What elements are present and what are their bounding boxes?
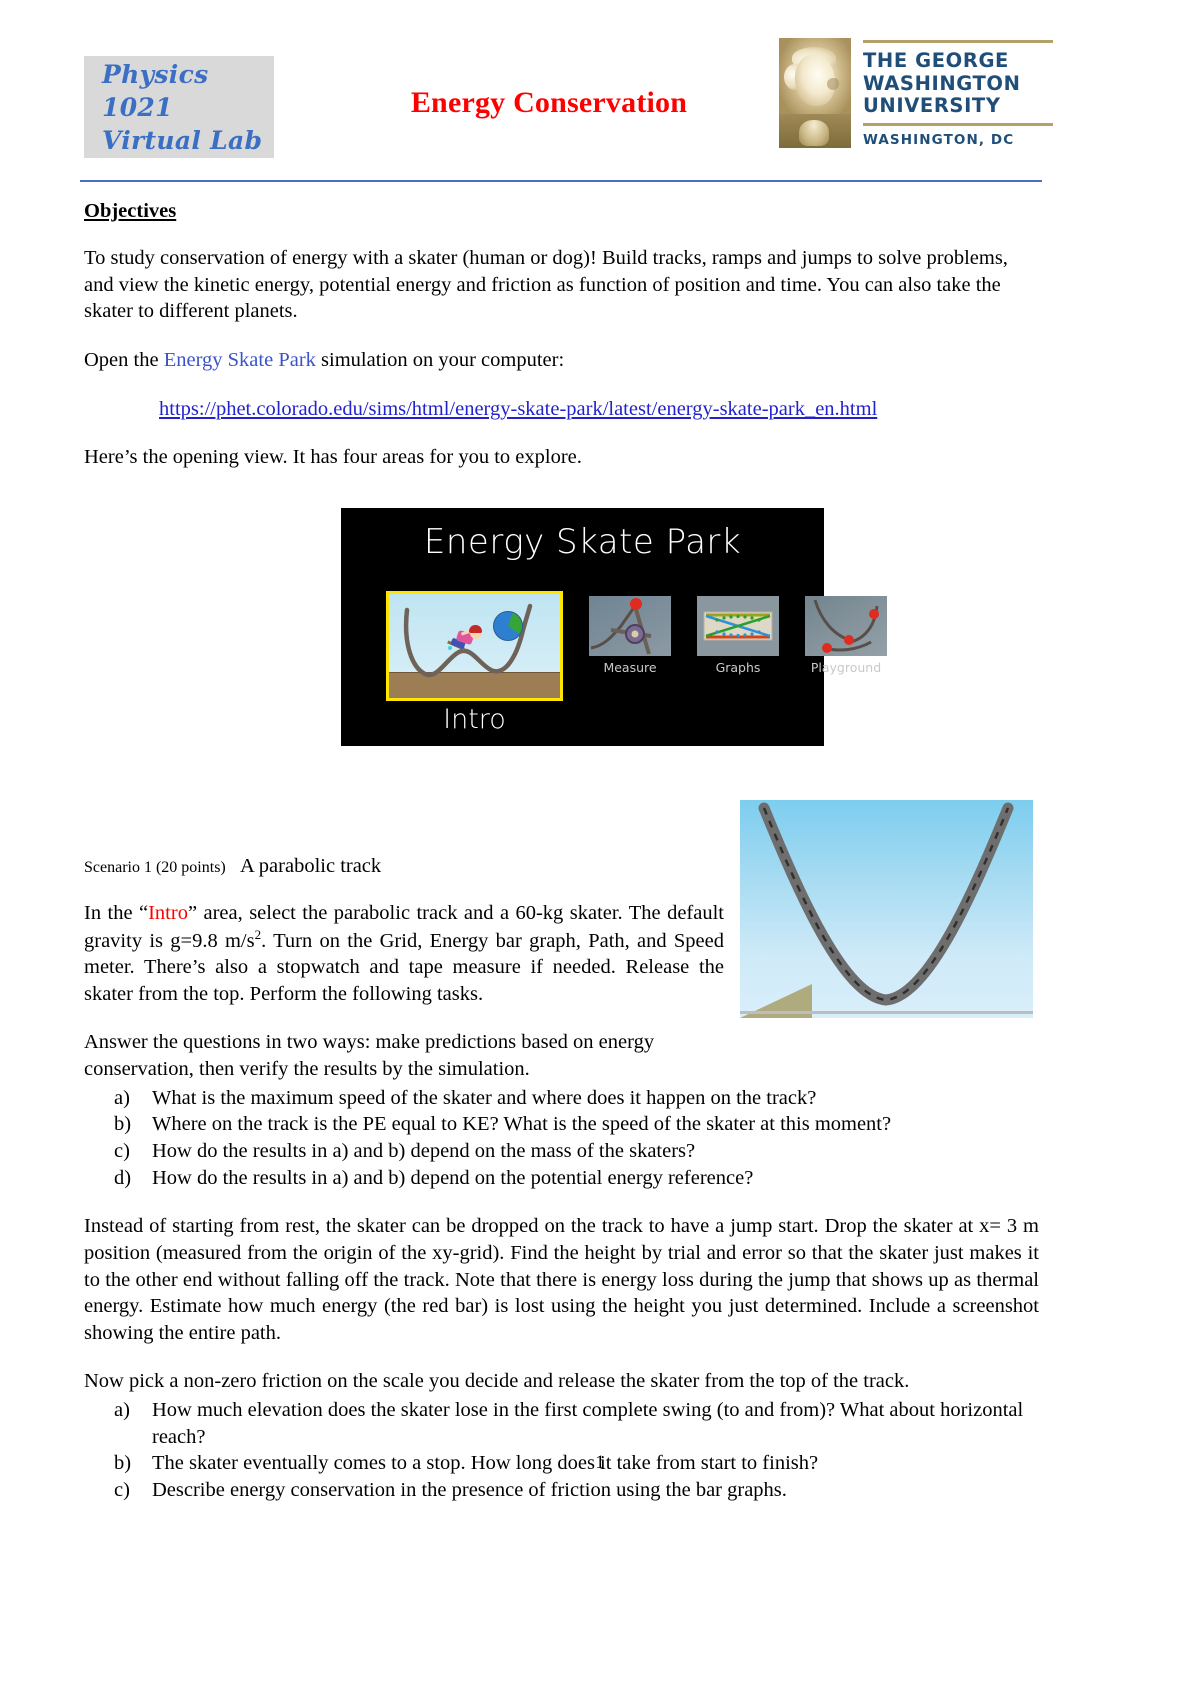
scenario-1-subtitle: A parabolic track <box>240 855 382 877</box>
sim-thumbnail-measure-label: Measure <box>603 660 657 675</box>
sim-thumbnail-graphs[interactable] <box>697 596 779 656</box>
list-marker: c) <box>114 1139 130 1162</box>
measure-thumb-icon <box>590 598 652 655</box>
opening-view-line: Here’s the opening view. It has four are… <box>84 446 582 469</box>
open-prefix: Open the <box>84 348 164 371</box>
list-marker: a) <box>114 1086 130 1109</box>
simulation-url-line: https://phet.colorado.edu/sims/html/ener… <box>159 396 1039 423</box>
list-text: Describe energy conservation in the pres… <box>152 1479 787 1501</box>
list-item: c) Describe energy conservation in the pr… <box>114 1477 1039 1504</box>
sim-thumbnail-intro-label: Intro <box>443 704 506 735</box>
gwu-rule-top <box>863 40 1053 43</box>
list-item: a) How much elevation does the skater los… <box>114 1397 1039 1450</box>
document-body: Objectives To study conservation of ener… <box>84 200 1039 471</box>
open-simulation-line: Open the Energy Skate Park simulation on… <box>84 347 1039 374</box>
objectives-paragraph: To study conservation of energy with a s… <box>84 247 1008 323</box>
list-marker: b) <box>114 1113 132 1136</box>
list-marker: d) <box>114 1166 132 1189</box>
sim-thumbnail-graphs-label: Graphs <box>715 660 761 675</box>
energy-skate-park-link[interactable]: Energy Skate Park <box>164 349 316 371</box>
objectives-heading: Objectives <box>84 200 177 222</box>
scenario-1-setup-paragraph: In the “Intro” area, select the paraboli… <box>84 900 724 1007</box>
simulation-url-link[interactable]: https://phet.colorado.edu/sims/html/ener… <box>159 398 877 420</box>
list-item: c) How do the results in a) and b) depend… <box>114 1138 1039 1165</box>
list-marker: c) <box>114 1479 130 1501</box>
gwu-name-line1: THE GEORGE <box>863 49 1009 72</box>
header-divider <box>80 180 1042 182</box>
setup-text-a: In the “ <box>84 902 149 924</box>
course-badge: Physics 1021 Virtual Lab <box>84 56 274 158</box>
skater-figure-icon <box>445 618 485 658</box>
course-badge-line2: Virtual Lab <box>102 125 263 155</box>
list-text: Where on the track is the PE equal to KE… <box>152 1113 892 1136</box>
gwu-wordmark: THE GEORGE WASHINGTON UNIVERSITY WASHING… <box>863 38 1053 148</box>
energy-skate-park-screenshot: Energy Skate Park Intro Measure Graphs P… <box>341 508 887 746</box>
graphs-thumb-icon <box>703 611 773 641</box>
friction-question-list: a) How much elevation does the skater los… <box>84 1397 1039 1504</box>
list-item: b) Where on the track is the PE equal to … <box>114 1111 1039 1138</box>
document-header: Physics 1021 Virtual Lab Energy Conserva… <box>84 38 1053 178</box>
list-text: How much elevation does the skater lose … <box>152 1399 1024 1448</box>
gwu-name-line3: UNIVERSITY <box>863 94 1001 118</box>
setup-intro-keyword: Intro <box>148 902 188 924</box>
sim-title: Energy Skate Park <box>423 522 742 562</box>
open-suffix: simulation on your computer: <box>315 348 565 371</box>
scenario-1-question-list: a) What is the maximum speed of the skate… <box>84 1085 1039 1192</box>
george-washington-portrait-icon <box>779 38 851 148</box>
gwu-city: WASHINGTON, DC <box>863 131 1015 148</box>
page-number: 1 <box>595 1452 605 1473</box>
sim-thumbnail-measure[interactable] <box>589 596 671 656</box>
jump-start-paragraph: Instead of starting from rest, the skate… <box>84 1215 1039 1344</box>
friction-intro-paragraph: Now pick a non-zero friction on the scal… <box>84 1370 910 1393</box>
page-title: Energy Conservation <box>410 86 688 119</box>
document-page: Physics 1021 Virtual Lab Energy Conserva… <box>0 0 1200 1697</box>
list-text: How do the results in a) and b) depend o… <box>152 1166 754 1189</box>
scenario-1-heading-line: Scenario 1 (20 points) A parabolic track <box>84 855 1039 878</box>
list-text: What is the maximum speed of the skater … <box>152 1086 817 1109</box>
list-text: How do the results in a) and b) depend o… <box>152 1139 696 1162</box>
scenario-1-section: Scenario 1 (20 points) A parabolic track… <box>84 855 1039 1504</box>
sim-thumbnail-intro[interactable] <box>386 591 563 701</box>
gwu-name-line2: WASHINGTON <box>863 71 1021 95</box>
answer-instruction-paragraph: Answer the questions in two ways: make p… <box>84 1031 655 1081</box>
sim-thumbnail-playground-label: Playground <box>810 660 882 675</box>
list-item: d) How do the results in a) and b) depend… <box>114 1165 1039 1192</box>
list-item: a) What is the maximum speed of the skate… <box>114 1085 1039 1112</box>
gwu-logo: THE GEORGE WASHINGTON UNIVERSITY WASHING… <box>779 38 1053 168</box>
energy-pie-chart-icon <box>493 611 523 641</box>
scenario-1-heading: Scenario 1 (20 points) <box>84 859 226 876</box>
list-marker: a) <box>114 1399 130 1422</box>
gwu-rule-mid <box>863 122 1053 126</box>
sim-thumbnail-playground[interactable] <box>805 596 887 656</box>
course-badge-line1: Physics 1021 <box>102 59 209 122</box>
playground-thumb-icon <box>813 599 879 653</box>
